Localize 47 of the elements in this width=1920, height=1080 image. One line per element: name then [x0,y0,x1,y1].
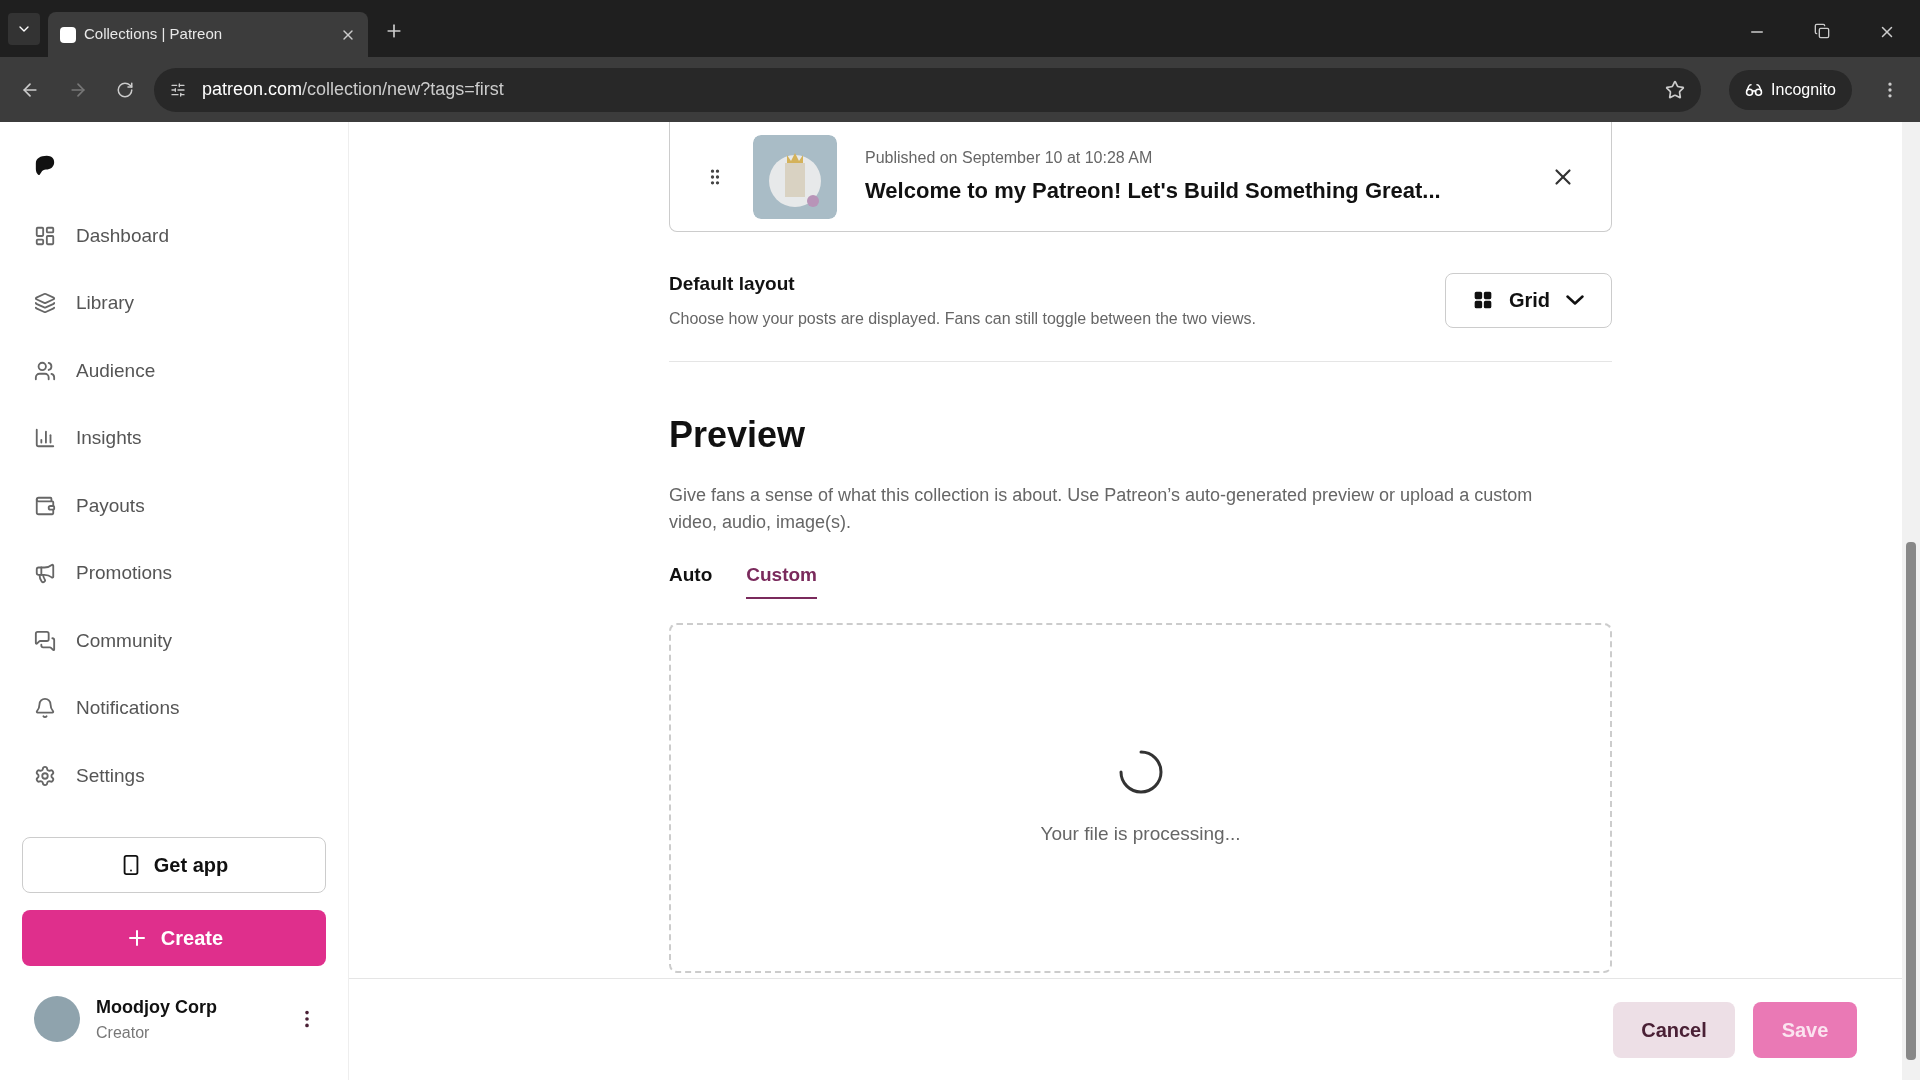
preview-description: Give fans a sense of what this collection is about. Use Patreon’s auto-generated preview or upload a custom video, audio, image(s). [669,483,1534,534]
site-info-icon[interactable] [170,81,186,98]
avatar[interactable] [34,996,80,1042]
post-title: Welcome to my Patreon! Let's Build Something Great... [865,177,1442,205]
preview-tab[interactable]: Custom [746,560,817,599]
nav-item[interactable]: Library [22,269,326,337]
tab-list-icon[interactable] [8,13,40,45]
nav-item[interactable]: Notifications [22,674,326,742]
bell-icon [34,697,56,720]
settings-icon [34,764,56,787]
user-name: Moodjoy Corp [96,995,218,1019]
default-layout-description: Choose how your posts are displayed. Fans can still toggle between the two views. [669,308,1257,329]
nav-item[interactable]: Payouts [22,472,326,540]
chat-bubbles-icon [34,629,56,652]
upload-area[interactable]: Your file is processing... [669,623,1612,973]
nav-item[interactable]: Dashboard [22,202,326,270]
get-app-button[interactable]: Get app [22,836,326,893]
default-layout-title: Default layout [669,272,796,296]
processing-status: Your file is processing... [1040,821,1241,846]
reload-icon[interactable] [116,80,134,99]
nav-item[interactable]: Insights [22,404,326,472]
url-field[interactable]: patreon.com/collection/new?tags=first [154,67,1702,112]
post-date: Published on September 10 at 10:28 AM [865,148,1154,168]
tab-title: Collections | Patreon [84,24,224,45]
incognito-badge[interactable]: Incognito [1729,69,1852,110]
people-icon [34,359,56,382]
megaphone-icon [34,562,56,585]
nav-item[interactable]: Settings [22,742,326,810]
browser-tab[interactable]: Collections | Patreon [48,12,368,57]
url-text: patreon.com/collection/new?tags=first [202,78,505,101]
bar-chart-icon [34,427,56,450]
bookmark-star-icon[interactable] [1665,79,1686,100]
nav-item[interactable]: Community [22,607,326,675]
preview-tab[interactable]: Auto [669,560,713,599]
nav-item[interactable]: Audience [22,337,326,405]
wallet-icon [34,494,56,517]
stack-icon [34,292,56,315]
create-button[interactable]: Create [22,909,326,966]
dashboard-icon [34,224,56,247]
preview-heading: Preview [669,412,807,457]
chevron-down-icon [1566,295,1585,306]
grid-icon [1472,290,1493,311]
layout-dropdown[interactable]: Grid [1445,272,1612,328]
nav-item[interactable]: Promotions [22,539,326,607]
user-role: Creator [96,1022,151,1043]
restore-icon[interactable] [1814,23,1830,39]
cancel-button[interactable]: Cancel [1613,1001,1735,1058]
